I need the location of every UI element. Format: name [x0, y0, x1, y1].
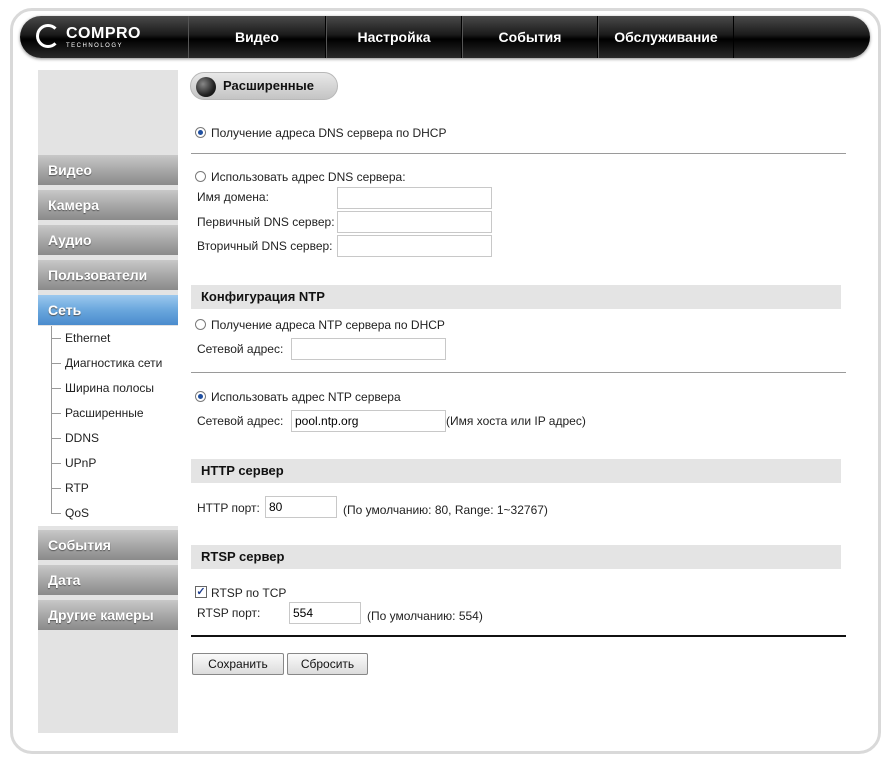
- dns-dhcp-radio[interactable]: [195, 127, 206, 138]
- submenu-item-ddns[interactable]: DDNS: [51, 426, 99, 451]
- ntp-address-label: Сетевой адрес:: [197, 414, 284, 428]
- divider: [191, 372, 846, 373]
- rtsp-port-label: RTSP порт:: [197, 606, 261, 620]
- sidebar-item-users[interactable]: Пользователи: [38, 260, 178, 290]
- nav-tab-maintenance[interactable]: Обслуживание: [598, 16, 734, 58]
- sidebar-item-camera[interactable]: Камера: [38, 190, 178, 220]
- ntp-dhcp-label: Получение адреса NTP сервера по DHCP: [211, 318, 445, 332]
- main-nav-tabs: Видео Настройка События Обслуживание: [188, 16, 734, 58]
- dns-manual-label: Использовать адрес DNS сервера:: [211, 170, 406, 184]
- submenu-item-advanced[interactable]: Расширенные: [51, 401, 144, 426]
- http-port-input[interactable]: [265, 496, 337, 518]
- submenu-item-bandwidth[interactable]: Ширина полосы: [51, 376, 154, 401]
- ntp-address-input[interactable]: [291, 410, 446, 432]
- http-section-header: HTTP сервер: [191, 459, 841, 483]
- sidebar-item-other-cameras[interactable]: Другие камеры: [38, 600, 178, 630]
- primary-dns-input[interactable]: [337, 211, 492, 233]
- submenu-label: Ethernet: [65, 331, 111, 345]
- submenu-label: Ширина полосы: [65, 381, 155, 395]
- ntp-section-header: Конфигурация NTP: [191, 285, 841, 309]
- domain-name-label: Имя домена:: [197, 190, 269, 204]
- submenu-item-diagnostics[interactable]: Диагностика сети: [51, 351, 162, 376]
- sidebar-item-date[interactable]: Дата: [38, 565, 178, 595]
- http-port-hint: (По умолчанию: 80, Range: 1~32767): [343, 503, 548, 517]
- rtsp-tcp-checkbox[interactable]: ✓: [195, 586, 207, 598]
- secondary-dns-input[interactable]: [337, 235, 492, 257]
- rtsp-port-input[interactable]: [289, 602, 361, 624]
- submenu-label: RTP: [65, 481, 89, 495]
- sidebar-item-network[interactable]: Сеть: [38, 295, 178, 325]
- compro-logo: COMPRO TECHNOLOGY: [36, 24, 146, 54]
- dns-manual-radio[interactable]: [195, 171, 206, 182]
- reset-button[interactable]: Сбросить: [287, 653, 368, 675]
- logo-brand: COMPRO: [66, 25, 141, 42]
- network-submenu: Ethernet Диагностика сети Ширина полосы …: [38, 326, 178, 526]
- logo-ring-icon: [36, 24, 60, 48]
- submenu-label: Расширенные: [65, 406, 144, 420]
- rtsp-tcp-label: RTSP по TCP: [211, 586, 287, 600]
- sidebar: Видео Камера Аудио Пользователи Сеть Eth…: [38, 70, 178, 733]
- ntp-address-hint: (Имя хоста или IP адрес): [446, 414, 586, 428]
- submenu-item-ethernet[interactable]: Ethernet: [51, 326, 110, 351]
- domain-name-input[interactable]: [337, 187, 492, 209]
- primary-dns-label: Первичный DNS сервер:: [197, 215, 335, 229]
- ntp-dhcp-address-input[interactable]: [291, 338, 446, 360]
- nav-tab-events[interactable]: События: [462, 16, 598, 58]
- submenu-label: DDNS: [65, 431, 100, 445]
- ntp-manual-radio[interactable]: [195, 391, 206, 402]
- ntp-dhcp-radio[interactable]: [195, 319, 206, 330]
- page-title: Расширенные: [190, 72, 338, 100]
- submenu-label: QoS: [65, 506, 90, 520]
- rtsp-port-hint: (По умолчанию: 554): [367, 609, 483, 623]
- page-title-text: Расширенные: [223, 78, 314, 93]
- submenu-label: Диагностика сети: [65, 356, 163, 370]
- sidebar-item-audio[interactable]: Аудио: [38, 225, 178, 255]
- logo-subtitle: TECHNOLOGY: [66, 43, 124, 49]
- divider: [191, 153, 846, 154]
- ntp-dhcp-address-label: Сетевой адрес:: [197, 342, 284, 356]
- nav-tab-video[interactable]: Видео: [188, 16, 326, 58]
- footer-divider: [191, 635, 846, 637]
- dns-dhcp-label: Получение адреса DNS сервера по DHCP: [211, 126, 447, 140]
- submenu-label: UPnP: [65, 456, 97, 470]
- submenu-item-rtp[interactable]: RTP: [51, 476, 89, 501]
- submenu-item-upnp[interactable]: UPnP: [51, 451, 96, 476]
- rtsp-section-header: RTSP сервер: [191, 545, 841, 569]
- submenu-item-qos[interactable]: QoS: [51, 501, 89, 526]
- secondary-dns-label: Вторичный DNS сервер:: [197, 239, 333, 253]
- ntp-manual-label: Использовать адрес NTP сервера: [211, 390, 401, 404]
- save-button[interactable]: Сохранить: [192, 653, 284, 675]
- sidebar-item-events[interactable]: События: [38, 530, 178, 560]
- nav-tab-settings[interactable]: Настройка: [326, 16, 462, 58]
- title-ball-icon: [196, 77, 216, 97]
- sidebar-item-video[interactable]: Видео: [38, 155, 178, 185]
- http-port-label: HTTP порт:: [197, 501, 260, 515]
